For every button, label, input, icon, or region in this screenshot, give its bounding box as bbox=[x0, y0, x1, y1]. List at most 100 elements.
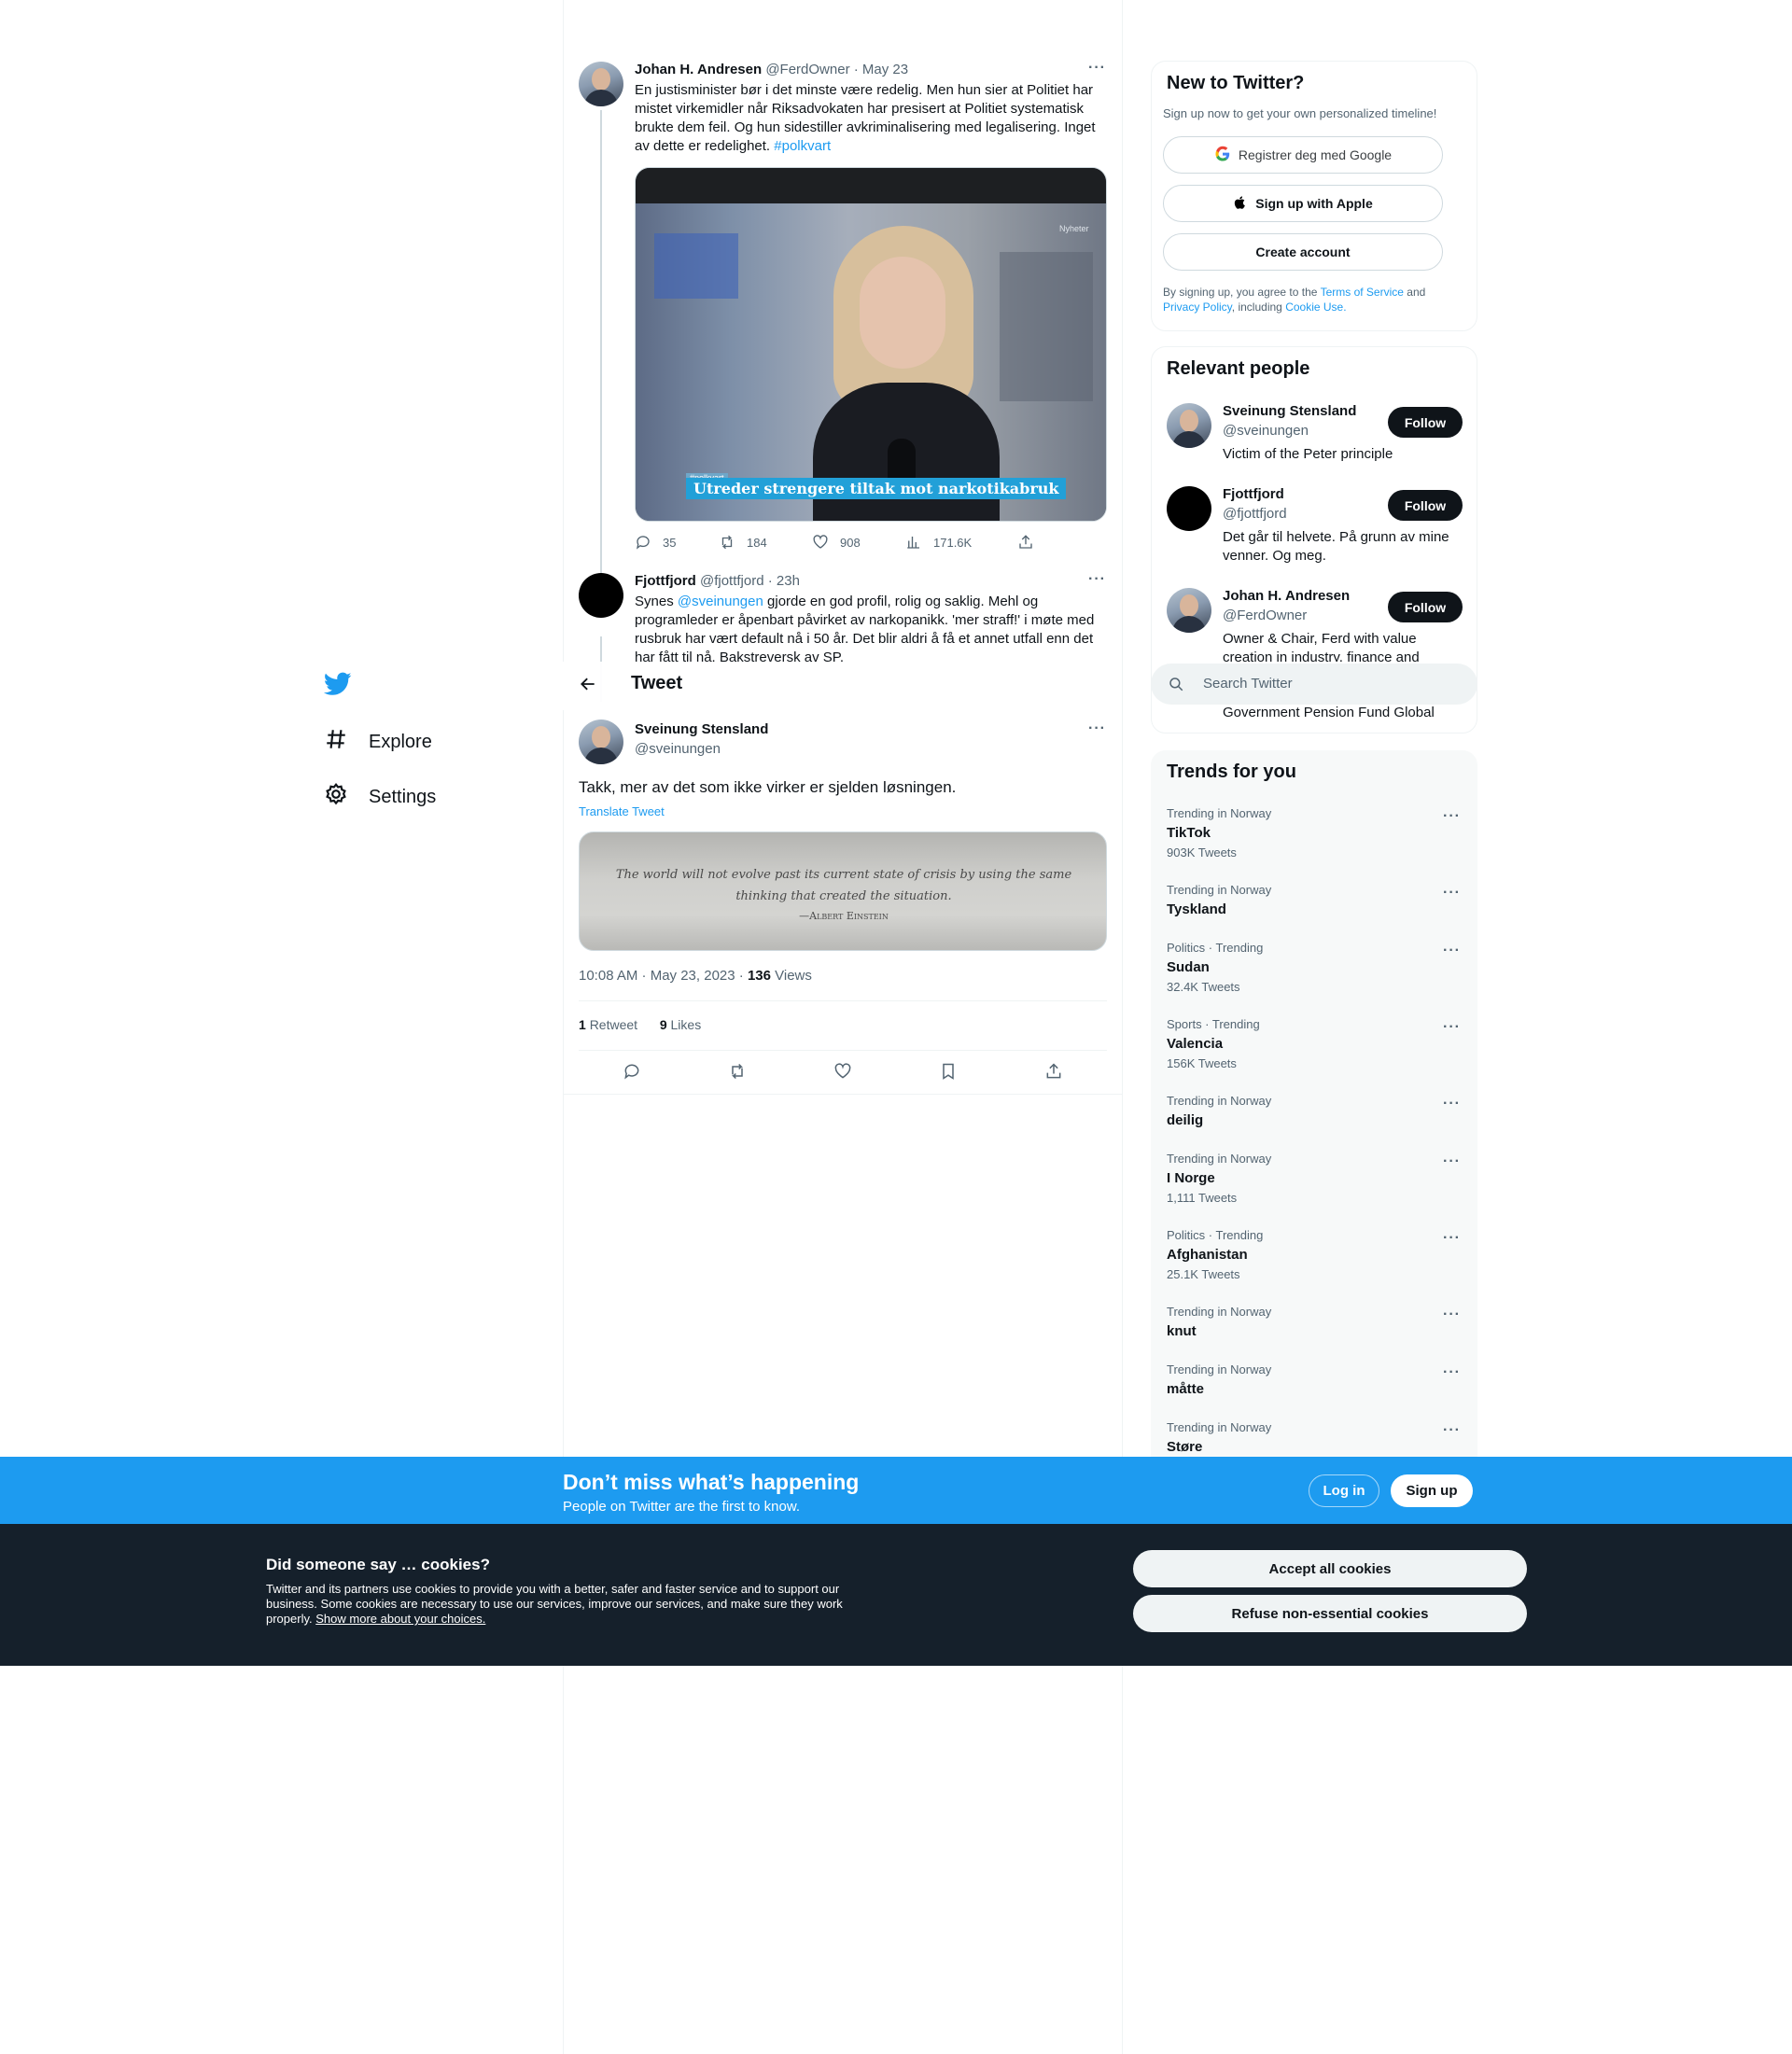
share-button[interactable] bbox=[1017, 534, 1034, 551]
cookie-link[interactable]: Cookie Use. bbox=[1285, 300, 1346, 314]
avatar[interactable] bbox=[1167, 403, 1211, 448]
author-handle[interactable]: @FerdOwner bbox=[765, 62, 849, 77]
mention-link[interactable]: @sveinungen bbox=[678, 594, 763, 609]
terms-link[interactable]: Terms of Service bbox=[1321, 286, 1404, 299]
author-name[interactable]: Johan H. Andresen bbox=[635, 62, 762, 77]
avatar[interactable] bbox=[579, 62, 623, 106]
trend-meta: Politics · Trending bbox=[1167, 941, 1264, 955]
trend-count: 32.4K Tweets bbox=[1167, 980, 1240, 994]
reply-icon[interactable] bbox=[623, 1062, 641, 1083]
nav-explore-label: Explore bbox=[369, 731, 432, 752]
share-icon bbox=[1019, 535, 1032, 549]
trend-name: Sudan bbox=[1167, 959, 1210, 975]
avatar[interactable] bbox=[579, 720, 623, 764]
avatar[interactable] bbox=[1167, 588, 1211, 633]
tweet-counts: 1 Retweet 9 Likes bbox=[579, 1017, 701, 1032]
more-icon[interactable]: ··· bbox=[1443, 1096, 1461, 1112]
translate-link[interactable]: Translate Tweet bbox=[579, 804, 665, 818]
like-button[interactable]: 908 bbox=[812, 534, 905, 551]
more-icon[interactable]: ··· bbox=[1088, 571, 1106, 588]
google-signup-button[interactable]: Registrer deg med Google bbox=[1163, 136, 1443, 174]
cookie-body: Twitter and its partners use cookies to … bbox=[266, 1582, 843, 1626]
banner-subtitle: People on Twitter are the first to know. bbox=[563, 1499, 801, 1515]
more-icon[interactable]: ··· bbox=[1443, 943, 1461, 959]
cookie-more-link[interactable]: Show more about your choices. bbox=[315, 1612, 485, 1626]
person-handle[interactable]: @FerdOwner bbox=[1223, 608, 1307, 623]
quote-author: —Albert Einstein bbox=[799, 910, 889, 922]
search-icon bbox=[1168, 676, 1184, 697]
quote-line-1: The world will not evolve past its curre… bbox=[615, 868, 1072, 882]
trend-meta: Trending in Norway bbox=[1167, 1420, 1272, 1434]
avatar[interactable] bbox=[579, 573, 623, 618]
person-handle[interactable]: @fjottfjord bbox=[1223, 506, 1287, 522]
more-icon[interactable]: ··· bbox=[1443, 808, 1461, 825]
author-name[interactable]: Fjottfjord bbox=[635, 573, 696, 589]
tweet-header: Johan H. Andresen @FerdOwner · May 23 bbox=[635, 62, 908, 77]
nav-settings[interactable]: Settings bbox=[324, 782, 436, 812]
tweet-time[interactable]: · May 23 bbox=[854, 62, 908, 77]
follow-button[interactable]: Follow bbox=[1388, 407, 1463, 438]
apple-icon bbox=[1233, 194, 1248, 214]
tweet-header: Fjottfjord @fjottfjord · 23h bbox=[635, 573, 800, 589]
reply-button[interactable]: 35 bbox=[635, 534, 719, 551]
quote-image[interactable]: The world will not evolve past its curre… bbox=[579, 831, 1107, 951]
apple-signup-label: Sign up with Apple bbox=[1255, 196, 1373, 211]
signup-banner: Don’t miss what’s happening People on Tw… bbox=[0, 1457, 1792, 1524]
timestamp-text[interactable]: 10:08 AM · May 23, 2023 · bbox=[579, 968, 744, 984]
person-handle[interactable]: @sveinungen bbox=[1223, 423, 1309, 439]
login-button[interactable]: Log in bbox=[1309, 1474, 1379, 1507]
views-button[interactable]: 171.6K bbox=[905, 534, 1017, 551]
more-icon[interactable]: ··· bbox=[1443, 1230, 1461, 1247]
twitter-logo-icon[interactable] bbox=[323, 672, 352, 701]
person-name[interactable]: Sveinung Stensland bbox=[1223, 403, 1356, 419]
more-icon[interactable]: ··· bbox=[1088, 60, 1106, 77]
share-icon[interactable] bbox=[1044, 1062, 1063, 1083]
more-icon[interactable]: ··· bbox=[1443, 1306, 1461, 1323]
divider bbox=[563, 1094, 1122, 1095]
back-arrow-icon[interactable] bbox=[579, 675, 597, 698]
signup-title: New to Twitter? bbox=[1167, 73, 1305, 93]
search-input[interactable]: Search Twitter bbox=[1151, 664, 1477, 705]
tweet-actions: 35 184 908 171.6K bbox=[635, 534, 1034, 551]
thread-line bbox=[600, 110, 602, 573]
create-account-button[interactable]: Create account bbox=[1163, 233, 1443, 271]
person-name[interactable]: Johan H. Andresen bbox=[1223, 588, 1350, 604]
trends-title: Trends for you bbox=[1167, 762, 1296, 782]
retweet-icon[interactable] bbox=[728, 1062, 747, 1083]
hashtag-link[interactable]: #polkvart bbox=[774, 138, 831, 154]
person-name[interactable]: Fjottfjord bbox=[1223, 486, 1284, 502]
more-icon[interactable]: ··· bbox=[1443, 1422, 1461, 1439]
more-icon[interactable]: ··· bbox=[1088, 720, 1106, 737]
follow-button[interactable]: Follow bbox=[1388, 592, 1463, 622]
author-name[interactable]: Sveinung Stensland bbox=[635, 721, 768, 737]
nav-explore[interactable]: Explore bbox=[324, 727, 432, 757]
page-header: Tweet bbox=[563, 662, 1122, 710]
avatar[interactable] bbox=[1167, 486, 1211, 531]
bookmark-icon[interactable] bbox=[939, 1062, 958, 1083]
more-icon[interactable]: ··· bbox=[1443, 885, 1461, 901]
apple-signup-button[interactable]: Sign up with Apple bbox=[1163, 185, 1443, 222]
author-handle[interactable]: @fjottfjord bbox=[700, 573, 764, 589]
heart-icon[interactable] bbox=[833, 1062, 852, 1083]
trend-meta: Trending in Norway bbox=[1167, 883, 1272, 897]
follow-button[interactable]: Follow bbox=[1388, 490, 1463, 521]
retweets-count-link[interactable]: 1 Retweet bbox=[579, 1017, 637, 1032]
signup-button[interactable]: Sign up bbox=[1391, 1474, 1473, 1507]
create-account-label: Create account bbox=[1255, 245, 1351, 259]
author-handle[interactable]: @sveinungen bbox=[635, 741, 721, 757]
more-icon[interactable]: ··· bbox=[1443, 1153, 1461, 1170]
tweet-time[interactable]: · 23h bbox=[768, 573, 800, 589]
more-icon[interactable]: ··· bbox=[1443, 1364, 1461, 1381]
signup-legal: By signing up, you agree to the Terms of… bbox=[1163, 286, 1426, 314]
trend-name: Valencia bbox=[1167, 1036, 1224, 1052]
tweet-media-image[interactable]: Nyheter #polkvart Utreder strengere tilt… bbox=[635, 167, 1107, 522]
retweet-button[interactable]: 184 bbox=[719, 534, 812, 551]
refuse-cookies-button[interactable]: Refuse non-essential cookies bbox=[1133, 1595, 1527, 1632]
likes-count-link[interactable]: 9 Likes bbox=[660, 1017, 701, 1032]
more-icon[interactable]: ··· bbox=[1443, 1019, 1461, 1036]
privacy-link[interactable]: Privacy Policy bbox=[1163, 300, 1232, 314]
accept-cookies-button[interactable]: Accept all cookies bbox=[1133, 1550, 1527, 1587]
tweet-text: Synes @sveinungen gjorde en god profil, … bbox=[635, 594, 1095, 662]
relevant-people-title: Relevant people bbox=[1167, 358, 1310, 379]
trend-count: 903K Tweets bbox=[1167, 845, 1237, 859]
